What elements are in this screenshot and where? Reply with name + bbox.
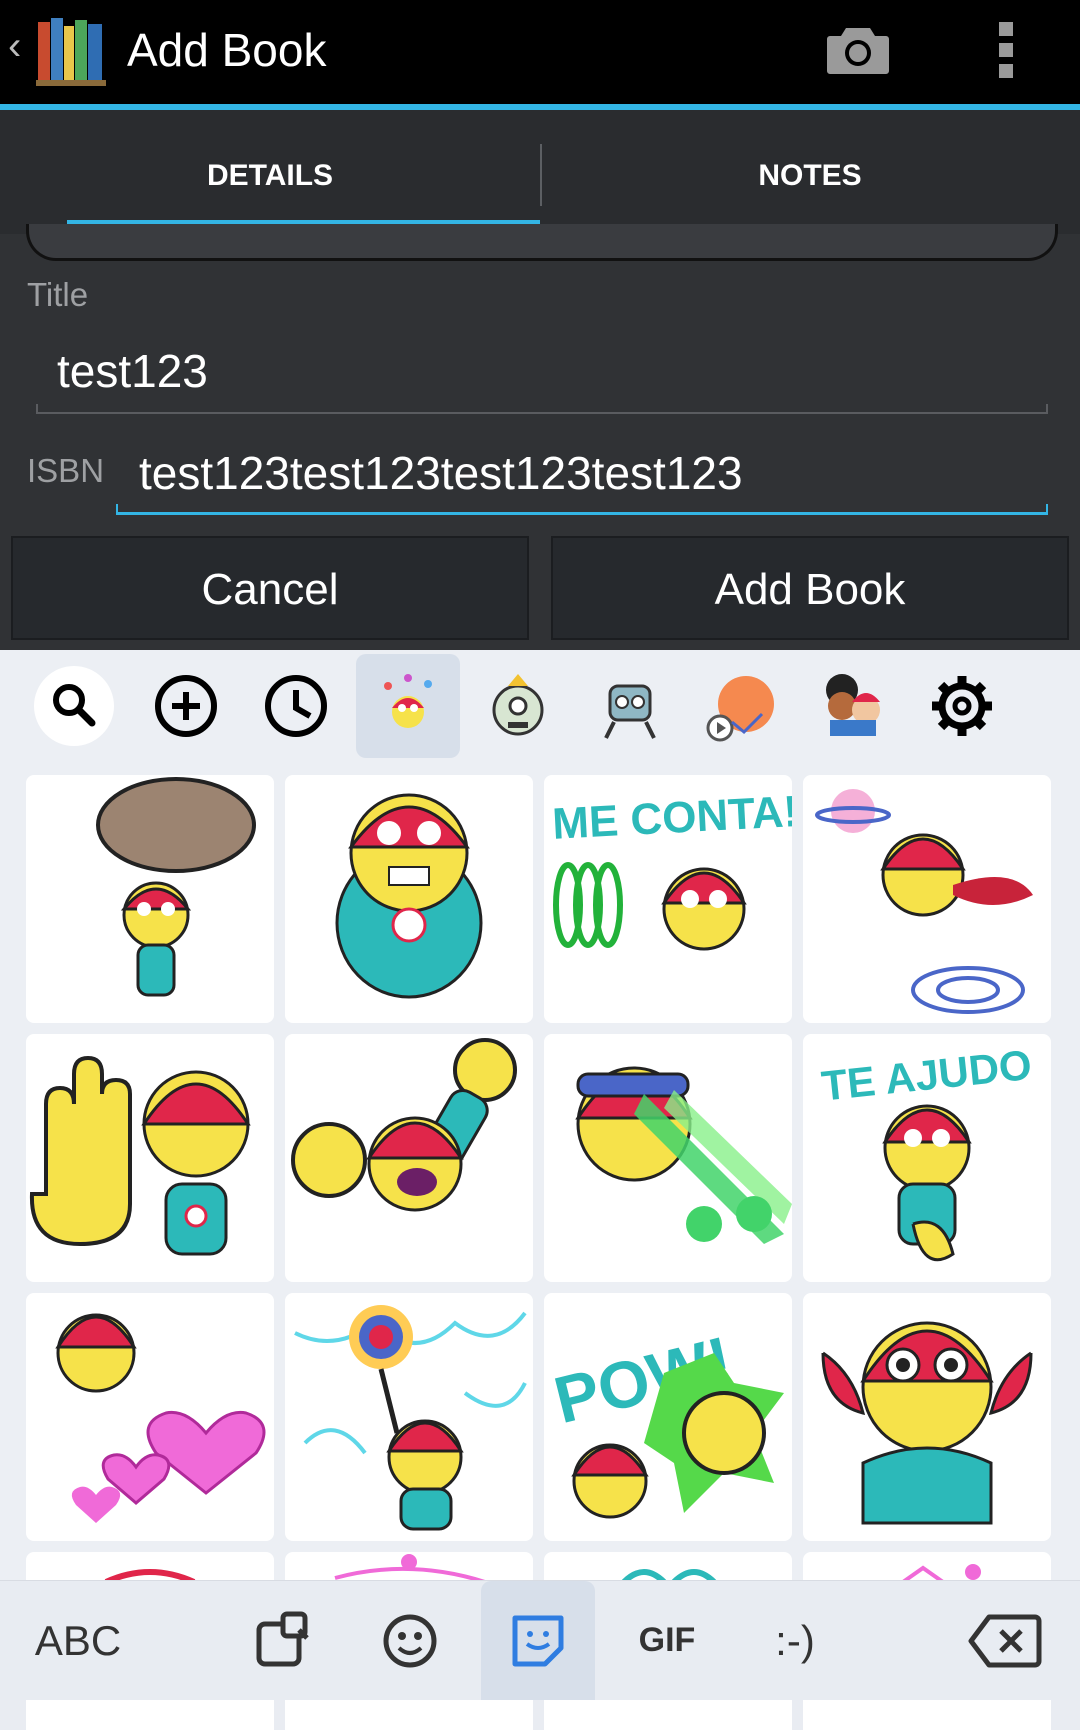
tab-divider	[540, 144, 542, 206]
settings-gear-icon[interactable]	[910, 654, 1014, 758]
sticker-key[interactable]	[481, 1581, 595, 1700]
sticker-create-icon[interactable]	[227, 1581, 337, 1700]
isbn-field-underline	[116, 504, 1048, 515]
sticker-punch-up[interactable]	[285, 1034, 533, 1282]
abc-key[interactable]: ABC	[18, 1581, 138, 1700]
tab-bar: DETAILS NOTES	[0, 110, 1080, 234]
sticker-text-te-ajudo: TE AJUDO	[819, 1041, 1034, 1110]
tab-details[interactable]: DETAILS	[0, 110, 540, 234]
sticker-flying-thumbs[interactable]	[803, 775, 1051, 1023]
back-chevron-icon[interactable]: ‹	[8, 26, 32, 66]
emoticon-key[interactable]: :-)	[740, 1581, 850, 1700]
gif-key-label: GIF	[638, 1621, 696, 1659]
gif-key[interactable]: GIF	[612, 1581, 722, 1700]
sticker-rock-lift[interactable]	[26, 775, 274, 1023]
sticker-pack-friends[interactable]	[800, 654, 904, 758]
sticker-hero-shout[interactable]	[285, 775, 533, 1023]
sticker-text-me-conta: ME CONTA!	[551, 787, 792, 849]
emoticon-key-label: :-)	[775, 1617, 815, 1664]
details-form: Title test123 ISBN test123test123test123…	[0, 224, 1080, 650]
sticker-pack-zombie[interactable]	[466, 654, 570, 758]
search-icon[interactable]	[22, 654, 126, 758]
sticker-hearts[interactable]	[26, 1293, 274, 1541]
add-book-button[interactable]: Add Book	[551, 536, 1069, 640]
action-bar: ‹ Add Book	[0, 0, 1080, 104]
title-field[interactable]: test123	[57, 344, 208, 398]
sticker-stop-hand[interactable]	[26, 1034, 274, 1282]
page-title: Add Book	[127, 24, 327, 76]
previous-field-edge	[26, 224, 1058, 261]
sticker-pack-video[interactable]	[690, 654, 794, 758]
isbn-label: ISBN	[27, 452, 105, 489]
keyboard-bottom-bar: ABC GIF :-)	[0, 1580, 1080, 1700]
sticker-hero-pleading[interactable]	[803, 1293, 1051, 1541]
sticker-me-conta[interactable]: ME CONTA!	[544, 775, 792, 1023]
sticker-pow[interactable]: POW!	[544, 1293, 792, 1541]
recent-clock-icon[interactable]	[244, 654, 348, 758]
overflow-menu-icon[interactable]	[996, 20, 1016, 80]
sticker-pack-candy-hero[interactable]	[356, 654, 460, 758]
sticker-category-bar	[0, 650, 1080, 760]
emoji-icon[interactable]	[355, 1581, 465, 1700]
title-label: Title	[27, 276, 89, 313]
add-circle-icon[interactable]	[134, 654, 238, 758]
books-app-icon[interactable]	[34, 12, 110, 88]
backspace-icon[interactable]	[950, 1581, 1060, 1700]
title-field-underline	[36, 404, 1048, 414]
sticker-lollipop-zap[interactable]	[285, 1293, 533, 1541]
isbn-field[interactable]: test123test123test123test123	[139, 446, 743, 500]
cancel-button[interactable]: Cancel	[11, 536, 529, 640]
sticker-te-ajudo[interactable]: TE AJUDO	[803, 1034, 1051, 1282]
abc-key-label: ABC	[34, 1617, 122, 1664]
sticker-keyboard: ME CONTA! TE AJUDO POW! ABC GIF:-)	[0, 650, 1080, 1730]
sticker-laser-eyes[interactable]	[544, 1034, 792, 1282]
tab-notes[interactable]: NOTES	[540, 110, 1080, 234]
camera-icon[interactable]	[826, 22, 890, 76]
sticker-pack-robot[interactable]	[578, 654, 682, 758]
